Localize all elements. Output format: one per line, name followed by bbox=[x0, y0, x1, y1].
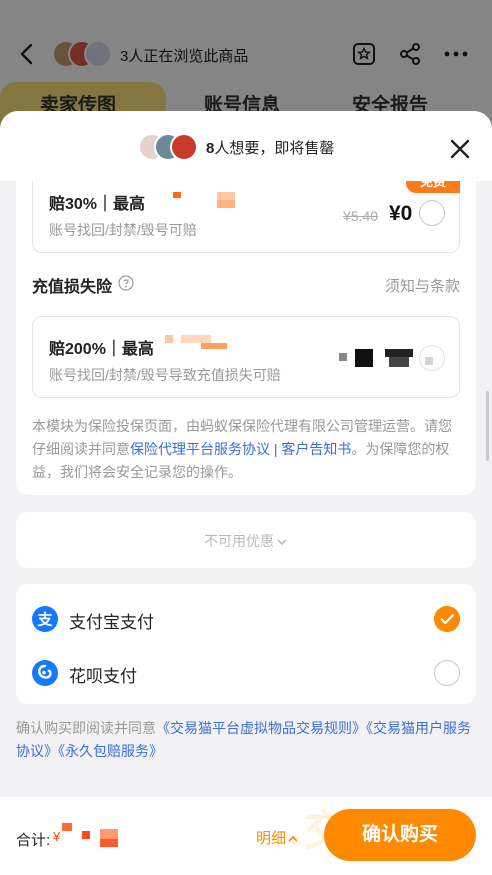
confirm-purchase-button[interactable]: 确认购买 bbox=[324, 809, 476, 861]
wanter-avatars bbox=[138, 133, 200, 161]
purchase-sheet: 8人想要，即将售罄 赔30%｜最高 账号找回/封禁/毁号可赔 免费 ¥5.40 … bbox=[0, 111, 492, 875]
insurance-option-subtitle: 账号找回/封禁/毁号可赔 bbox=[49, 222, 197, 238]
mosaic-redaction bbox=[355, 349, 373, 367]
mosaic-redaction bbox=[217, 200, 235, 208]
insurance-option-title: 赔200%｜最高 bbox=[49, 341, 154, 358]
insurance-option-radio[interactable] bbox=[419, 200, 445, 226]
checkout-bar: 交易猫 合计: ¥ 明细 确认购买 bbox=[0, 797, 492, 875]
insurance-option-radio[interactable] bbox=[419, 345, 445, 371]
total-currency: ¥ bbox=[53, 829, 61, 844]
terms-link[interactable]: 须知与条款 bbox=[385, 275, 460, 296]
mosaic-redaction bbox=[339, 353, 347, 361]
help-question-icon[interactable] bbox=[118, 275, 134, 291]
sheet-header: 8人想要，即将售罄 bbox=[0, 111, 492, 181]
mosaic-redaction bbox=[385, 349, 413, 357]
huabei-icon bbox=[32, 660, 58, 686]
mosaic-redaction bbox=[173, 192, 181, 198]
insurance-option-recharge[interactable]: 赔200%｜最高 账号找回/封禁/毁号导致充值损失可赔 bbox=[32, 316, 460, 398]
mosaic-redaction bbox=[100, 839, 118, 847]
coupon-unavailable-toggle[interactable]: 不可用优惠 bbox=[16, 531, 476, 551]
insurance-option-account[interactable]: 赔30%｜最高 账号找回/封禁/毁号可赔 免费 ¥5.40 ¥0 bbox=[32, 181, 460, 253]
original-price: ¥5.40 bbox=[343, 208, 379, 224]
free-badge: 免费 bbox=[406, 181, 460, 193]
coupon-label: 不可用优惠 bbox=[204, 533, 274, 549]
payment-method-label: 支付宝支付 bbox=[69, 613, 154, 632]
payment-methods-card: 支 支付宝支付 花呗支付 bbox=[16, 584, 476, 704]
detail-label: 明细 bbox=[256, 830, 287, 847]
payment-method-huabei[interactable]: 花呗支付 bbox=[16, 644, 476, 700]
mosaic-redaction bbox=[100, 829, 118, 839]
chevron-up-icon bbox=[288, 835, 298, 842]
payment-method-label: 花呗支付 bbox=[69, 667, 137, 686]
mosaic-redaction bbox=[165, 335, 173, 343]
insurance-notice: 本模块为保险投保页面，由蚂蚁保保险代理有限公司管理运营。请您仔细阅读并同意保险代… bbox=[32, 415, 462, 484]
discounted-price: ¥0 bbox=[389, 202, 413, 225]
close-icon[interactable] bbox=[446, 135, 474, 163]
sheet-scroll-area[interactable]: 赔30%｜最高 账号找回/封禁/毁号可赔 免费 ¥5.40 ¥0 充值损失险 须… bbox=[0, 181, 492, 797]
mosaic-redaction bbox=[62, 823, 72, 831]
chevron-down-icon bbox=[277, 539, 287, 546]
mosaic-redaction bbox=[181, 335, 211, 343]
total-label: 合计: bbox=[16, 832, 51, 849]
section-title-recharge-insurance: 充值损失险 bbox=[32, 279, 113, 296]
insurance-card: 赔30%｜最高 账号找回/封禁/毁号可赔 免费 ¥5.40 ¥0 充值损失险 须… bbox=[16, 181, 476, 495]
purchase-agreement: 确认购买即阅读并同意《交易猫平台虚拟物品交易规则》《交易猫用户服务协议》《永久包… bbox=[16, 717, 476, 763]
checkmark-selected-icon[interactable] bbox=[434, 606, 460, 632]
insurance-option-title: 赔30%｜最高 bbox=[49, 196, 146, 213]
agreement-text: 确认购买即阅读并同意 bbox=[16, 720, 156, 736]
payment-radio[interactable] bbox=[434, 660, 460, 686]
avatar bbox=[170, 133, 198, 161]
mosaic-redaction bbox=[389, 357, 409, 367]
insurance-option-subtitle: 账号找回/封禁/毁号导致充值损失可赔 bbox=[49, 367, 281, 383]
want-count-text: 8人想要，即将售罄 bbox=[206, 140, 335, 157]
mosaic-redaction bbox=[201, 343, 227, 349]
alipay-icon: 支 bbox=[32, 606, 58, 632]
payment-method-alipay[interactable]: 支 支付宝支付 bbox=[16, 590, 476, 646]
coupon-card[interactable]: 不可用优惠 bbox=[16, 512, 476, 568]
mosaic-redaction bbox=[217, 192, 235, 200]
price-detail-toggle[interactable]: 明细 bbox=[256, 827, 299, 848]
mosaic-redaction bbox=[82, 831, 90, 839]
scrollbar[interactable] bbox=[486, 391, 489, 461]
insurance-agreement-link[interactable]: 保险代理平台服务协议 | 客户告知书 bbox=[130, 441, 351, 457]
svg-text:支: 支 bbox=[36, 611, 53, 629]
